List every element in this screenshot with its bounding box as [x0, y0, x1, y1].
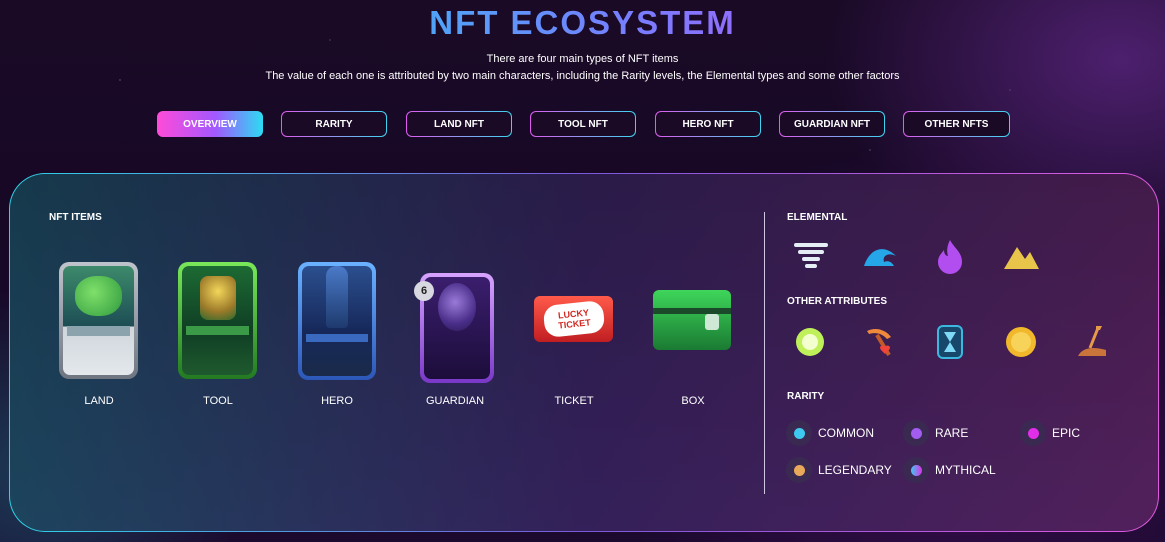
section-divider — [764, 212, 765, 494]
rarity-rare-label: RARE — [935, 426, 969, 440]
guardian-label: GUARDIAN — [425, 395, 485, 407]
hero-card-icon[interactable] — [298, 262, 376, 380]
other-attributes-heading: OTHER ATTRIBUTES — [787, 296, 887, 307]
rare-dot-icon — [903, 420, 929, 446]
wind-tornado-icon — [791, 236, 831, 276]
rarity-common: COMMON — [786, 420, 874, 446]
tab-other-nfts[interactable]: OTHER NFTS — [903, 111, 1010, 137]
legendary-dot-icon — [786, 457, 812, 483]
land-label: LAND — [84, 395, 114, 407]
box-label: BOX — [681, 395, 705, 407]
common-dot-icon — [786, 420, 812, 446]
hero-label: HERO — [321, 395, 353, 407]
rarity-heading: RARITY — [787, 391, 825, 402]
fire-flame-icon — [930, 236, 970, 276]
green-chest-icon[interactable] — [653, 290, 731, 350]
rarity-common-label: COMMON — [818, 426, 874, 440]
rarity-mythical-label: MYTHICAL — [935, 463, 996, 477]
tool-card-icon[interactable] — [178, 262, 257, 379]
rarity-legendary-label: LEGENDARY — [818, 463, 892, 477]
tool-label: TOOL — [203, 395, 233, 407]
pickaxe-heart-icon — [860, 322, 900, 362]
lucky-ticket-icon[interactable]: LUCKY TICKET — [534, 296, 613, 342]
energy-orb-icon — [790, 322, 830, 362]
hourglass-icon — [930, 322, 970, 362]
page-title: NFT ECOSYSTEM — [0, 4, 1165, 42]
tab-rarity[interactable]: RARITY — [281, 111, 387, 137]
rarity-mythical: MYTHICAL — [903, 457, 996, 483]
tab-guardian-nft[interactable]: GUARDIAN NFT — [779, 111, 885, 137]
page-subtitle-1: There are four main types of NFT items — [486, 53, 679, 65]
epic-dot-icon — [1020, 420, 1046, 446]
tab-hero-nft[interactable]: HERO NFT — [655, 111, 761, 137]
shovel-dirt-icon — [1072, 322, 1112, 362]
tab-overview[interactable]: OVERVIEW — [157, 111, 263, 137]
rarity-legendary: LEGENDARY — [786, 457, 892, 483]
mythical-dot-icon — [903, 457, 929, 483]
ticket-label: TICKET — [554, 395, 594, 407]
nft-items-heading: NFT ITEMS — [49, 212, 102, 223]
rarity-rare: RARE — [903, 420, 968, 446]
lucky-ticket-text: LUCKY TICKET — [541, 299, 606, 339]
land-card-icon[interactable] — [59, 262, 138, 379]
gold-badge-icon — [1001, 322, 1041, 362]
rarity-epic: EPIC — [1020, 420, 1080, 446]
tab-tool-nft[interactable]: TOOL NFT — [530, 111, 636, 137]
elemental-heading: ELEMENTAL — [787, 212, 848, 223]
guardian-level-badge: 6 — [414, 281, 434, 301]
earth-mountain-icon — [1001, 236, 1041, 276]
page-subtitle-2: The value of each one is attributed by t… — [265, 70, 900, 82]
rarity-epic-label: EPIC — [1052, 426, 1081, 440]
tab-land-nft[interactable]: LAND NFT — [406, 111, 512, 137]
water-wave-icon — [861, 236, 901, 276]
